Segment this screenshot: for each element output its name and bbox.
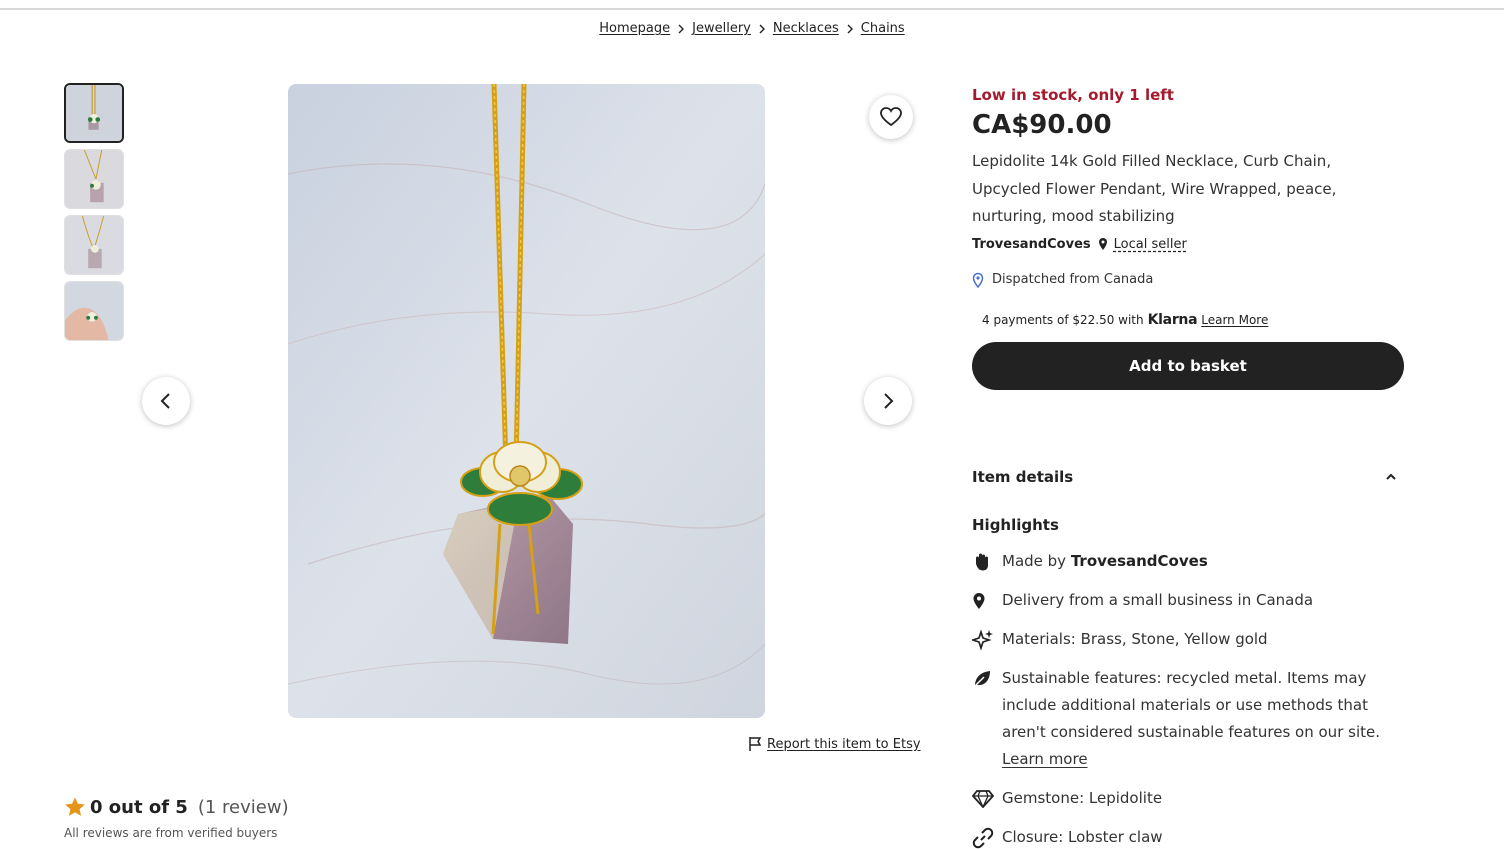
breadcrumb-necklaces[interactable]: Necklaces xyxy=(773,21,839,36)
thumbnail-1[interactable] xyxy=(64,83,124,143)
highlight-gemstone: Gemstone: Lepidolite xyxy=(972,785,1404,812)
rating-score: 0 out of 5 xyxy=(90,796,188,818)
item-details-toggle[interactable]: Item details xyxy=(972,468,1404,486)
item-details-heading: Item details xyxy=(972,468,1074,486)
sparkle-icon xyxy=(972,626,1002,653)
chevron-up-icon xyxy=(1386,473,1396,480)
seller-row: TrovesandCoves Local seller xyxy=(972,237,1404,252)
previous-image-button[interactable] xyxy=(142,377,190,425)
report-item-label: Report this item to Etsy xyxy=(767,736,921,752)
chevron-right-icon xyxy=(884,393,894,409)
leaf-icon xyxy=(972,665,1002,692)
highlight-materials: Materials: Brass, Stone, Yellow gold xyxy=(972,626,1404,653)
highlight-closure: Closure: Lobster claw xyxy=(972,824,1404,849)
chevron-right-icon xyxy=(758,24,766,34)
highlight-made-by: Made by TrovesandCoves xyxy=(972,548,1404,575)
klarna-learn-more-link[interactable]: Learn More xyxy=(1201,313,1268,327)
location-pin-icon xyxy=(972,587,1002,614)
link-icon xyxy=(972,824,1002,849)
hand-icon xyxy=(972,548,1002,575)
location-pin-icon xyxy=(972,272,984,288)
main-product-image[interactable] xyxy=(288,84,765,718)
thumbnail-2[interactable] xyxy=(64,149,124,209)
chevron-right-icon xyxy=(846,24,854,34)
gem-icon xyxy=(972,785,1002,812)
sustainable-learn-more-link[interactable]: Learn more xyxy=(1002,750,1088,768)
next-image-button[interactable] xyxy=(864,377,912,425)
breadcrumb-homepage[interactable]: Homepage xyxy=(599,21,670,36)
dispatch-info: Dispatched from Canada xyxy=(972,272,1404,288)
klarna-payments: 4 payments of $22.50 with Klarna Learn M… xyxy=(982,312,1404,328)
local-seller-link[interactable]: Local seller xyxy=(1114,237,1187,252)
rating-summary: 0 out of 5 (1 review) xyxy=(64,796,289,818)
highlight-delivery: Delivery from a small business in Canada xyxy=(972,587,1404,614)
materials-text: Materials: Brass, Stone, Yellow gold xyxy=(1002,630,1268,648)
heart-icon xyxy=(880,107,902,127)
report-item-link[interactable]: Report this item to Etsy xyxy=(748,736,921,752)
gemstone-text: Gemstone: Lepidolite xyxy=(1002,789,1163,807)
shop-name-link[interactable]: TrovesandCoves xyxy=(972,237,1091,252)
flag-icon xyxy=(749,737,762,751)
review-count: (1 review) xyxy=(197,796,289,818)
highlight-sustainable: Sustainable features: recycled metal. It… xyxy=(972,665,1404,773)
made-by-prefix: Made by xyxy=(1002,552,1067,570)
breadcrumb: Homepage Jewellery Necklaces Chains xyxy=(0,21,1504,36)
stock-status: Low in stock, only 1 left xyxy=(972,86,1174,104)
thumbnail-3[interactable] xyxy=(64,215,124,275)
thumbnail-4[interactable] xyxy=(64,281,124,341)
dispatch-text: Dispatched from Canada xyxy=(992,272,1154,287)
breadcrumb-jewellery[interactable]: Jewellery xyxy=(692,21,751,36)
verified-reviews-note: All reviews are from verified buyers xyxy=(64,826,278,840)
closure-text: Closure: Lobster claw xyxy=(1002,828,1163,846)
highlights-heading: Highlights xyxy=(972,516,1059,534)
top-divider xyxy=(0,0,1504,10)
product-info: Low in stock, only 1 left CA$90.00 Lepid… xyxy=(972,86,1404,390)
favorite-button[interactable] xyxy=(869,95,913,139)
highlights-list: Made by TrovesandCoves Delivery from a s… xyxy=(972,548,1404,849)
star-icon xyxy=(65,797,85,816)
chevron-left-icon xyxy=(160,393,170,409)
chevron-right-icon xyxy=(677,24,685,34)
made-by-shop: TrovesandCoves xyxy=(1070,552,1208,570)
klarna-logo: Klarna xyxy=(1147,311,1198,328)
sustainable-text: Sustainable features: recycled metal. It… xyxy=(1002,669,1380,741)
add-to-basket-button[interactable]: Add to basket xyxy=(972,341,1404,390)
location-pin-icon xyxy=(1098,237,1108,251)
thumbnail-list xyxy=(64,83,124,347)
breadcrumb-chains[interactable]: Chains xyxy=(861,21,905,36)
klarna-text: 4 payments of $22.50 with xyxy=(982,312,1144,327)
delivery-text: Delivery from a small business in Canada xyxy=(1002,591,1314,609)
product-title: Lepidolite 14k Gold Filled Necklace, Cur… xyxy=(972,152,1337,225)
price: CA$90.00 xyxy=(972,110,1112,140)
